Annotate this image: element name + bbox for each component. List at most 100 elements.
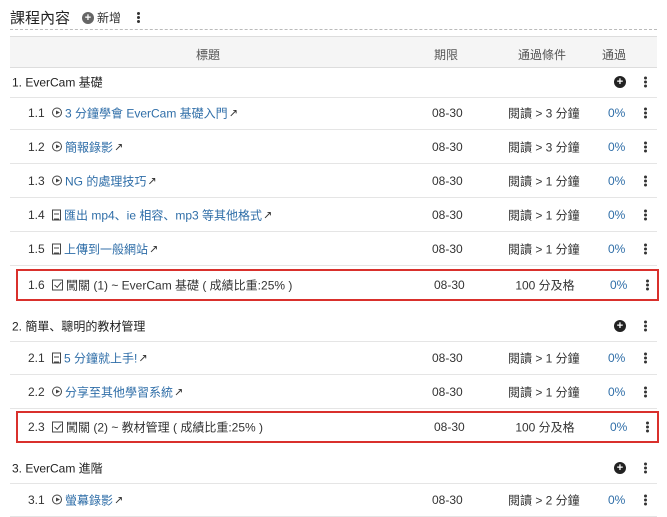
- share-arrow-icon: ↗: [147, 175, 157, 187]
- deadline: 08-30: [434, 278, 465, 292]
- section-more-icon[interactable]: [642, 320, 648, 331]
- item-number: 1.3: [28, 173, 45, 188]
- col-title-header: 標題: [196, 48, 221, 62]
- add-item-icon[interactable]: +: [614, 461, 626, 474]
- row-more-icon[interactable]: [642, 386, 648, 397]
- pass-condition: 閱讀 > 1 分鐘: [508, 208, 580, 222]
- row-more-icon[interactable]: [644, 421, 650, 433]
- item-number: 1.5: [28, 241, 45, 256]
- share-arrow-icon: ↗: [114, 141, 124, 153]
- add-item-icon[interactable]: +: [614, 319, 626, 332]
- item-title-text: 闖關 (1) ~ EverCam 基礎 ( 成績比重:25% ): [66, 278, 293, 293]
- item-title-text: NG 的處理技巧: [65, 174, 147, 188]
- item-title-text: 簡報錄影: [65, 140, 114, 154]
- col-deadline-header: 期限: [434, 48, 459, 62]
- row-more-icon[interactable]: [644, 279, 650, 291]
- section-more-icon[interactable]: [642, 462, 648, 473]
- share-arrow-icon: ↗: [114, 494, 124, 506]
- item-title-link[interactable]: 3 分鐘學會 EverCam 基礎入門 ↗: [52, 104, 238, 121]
- plus-icon: +: [82, 11, 95, 24]
- table-row: 1.3 NG 的處理技巧 ↗ 08-30 閱讀 > 1 分鐘 0%: [10, 164, 657, 198]
- item-number: 2.1: [28, 350, 45, 365]
- item-title-link[interactable]: 螢幕錄影 ↗: [52, 491, 123, 508]
- deadline: 08-30: [432, 492, 463, 507]
- item-title-text: 闖關 (2) ~ 教材管理 ( 成績比重:25% ): [66, 420, 264, 435]
- pass-rate: 0%: [608, 105, 626, 120]
- item-number: 1.1: [28, 105, 45, 120]
- deadline: 08-30: [432, 173, 463, 188]
- share-arrow-icon: ↗: [138, 352, 148, 364]
- row-more-icon[interactable]: [642, 494, 648, 505]
- add-button-label: 新增: [97, 11, 122, 25]
- pass-rate: 0%: [608, 207, 626, 222]
- item-number: 1.2: [28, 139, 45, 154]
- section-title: 2. 簡單、聰明的教材管理: [12, 319, 146, 333]
- course-content-header: 課程內容 + 新增: [10, 6, 657, 30]
- doc-icon: [52, 352, 61, 363]
- row-more-icon[interactable]: [642, 141, 648, 152]
- section-title: 3. EverCam 進階: [12, 461, 103, 475]
- item-title-link[interactable]: 上傳到一般網站 ↗: [52, 240, 158, 257]
- play-icon: [52, 141, 62, 152]
- section-row: 2. 簡單、聰明的教材管理 +: [10, 310, 657, 342]
- item-number: 1.6: [28, 278, 45, 292]
- table-row: 1.5 上傳到一般網站 ↗ 08-30 閱讀 > 1 分鐘 0%: [10, 232, 657, 266]
- section-row: 1. EverCam 基礎 +: [10, 66, 657, 98]
- item-number: 2.2: [28, 384, 45, 399]
- row-more-icon[interactable]: [642, 243, 648, 254]
- col-pass-header: 通過: [602, 48, 627, 62]
- section-title: 1. EverCam 基礎: [12, 75, 103, 89]
- pass-condition: 100 分及格: [515, 420, 575, 435]
- share-arrow-icon: ↗: [174, 386, 184, 398]
- deadline: 08-30: [432, 241, 463, 256]
- add-item-icon[interactable]: +: [614, 75, 626, 88]
- item-title-link[interactable]: 簡報錄影 ↗: [52, 138, 123, 155]
- item-title-text: 3 分鐘學會 EverCam 基礎入門: [65, 106, 228, 120]
- pass-condition: 閱讀 > 2 分鐘: [508, 493, 580, 507]
- item-title-link[interactable]: NG 的處理技巧 ↗: [52, 172, 157, 189]
- item-title-link[interactable]: 闖關 (1) ~ EverCam 基礎 ( 成績比重:25% ): [52, 277, 292, 294]
- pass-rate: 0%: [610, 420, 628, 434]
- section-more-icon[interactable]: [642, 76, 648, 87]
- add-button[interactable]: + 新增: [82, 9, 121, 26]
- item-title-link[interactable]: 匯出 mp4、ie 相容、mp3 等其他格式 ↗: [52, 206, 272, 223]
- deadline: 08-30: [434, 420, 465, 434]
- deadline: 08-30: [432, 384, 463, 399]
- row-more-icon[interactable]: [642, 175, 648, 186]
- doc-icon: [52, 209, 61, 220]
- table-row: 1.6 闖關 (1) ~ EverCam 基礎 ( 成績比重:25% ) 08-30…: [16, 269, 659, 301]
- page-title: 課程內容: [10, 10, 71, 27]
- item-title-link[interactable]: 分享至其他學習系統 ↗: [52, 383, 183, 400]
- pass-rate: 0%: [608, 139, 626, 154]
- row-more-icon[interactable]: [642, 107, 648, 118]
- deadline: 08-30: [432, 105, 463, 120]
- check-icon: [52, 279, 63, 291]
- deadline: 08-30: [432, 207, 463, 222]
- item-title-link[interactable]: 闖關 (2) ~ 教材管理 ( 成績比重:25% ): [52, 419, 263, 436]
- deadline: 08-30: [432, 350, 463, 365]
- item-title-text: 分享至其他學習系統: [65, 385, 174, 399]
- table-row: 3.1 螢幕錄影 ↗ 08-30 閱讀 > 2 分鐘 0%: [10, 483, 657, 517]
- pass-rate: 0%: [608, 350, 626, 365]
- table-row: 1.4 匯出 mp4、ie 相容、mp3 等其他格式 ↗ 08-30 閱讀 > 1 分鐘…: [10, 198, 657, 232]
- pass-rate: 0%: [608, 492, 626, 507]
- pass-condition: 閱讀 > 1 分鐘: [508, 351, 580, 365]
- item-title-text: 5 分鐘就上手!: [64, 351, 138, 365]
- pass-rate: 0%: [610, 278, 628, 292]
- col-condition-header: 通過條件: [518, 48, 567, 62]
- pass-condition: 100 分及格: [515, 278, 575, 293]
- item-title-text: 上傳到一般網站: [64, 242, 149, 256]
- table-row: 2.1 5 分鐘就上手! ↗ 08-30 閱讀 > 1 分鐘 0%: [10, 341, 657, 375]
- pass-rate: 0%: [608, 241, 626, 256]
- play-icon: [52, 107, 62, 118]
- item-number: 3.1: [28, 492, 45, 507]
- table-row: 1.1 3 分鐘學會 EverCam 基礎入門 ↗ 08-30 閱讀 > 3 分鐘 0%: [10, 96, 657, 130]
- more-options-icon[interactable]: [135, 12, 141, 23]
- pass-condition: 閱讀 > 3 分鐘: [508, 140, 580, 154]
- table-header: 標題 期限 通過條件 通過: [10, 36, 657, 68]
- row-more-icon[interactable]: [642, 209, 648, 220]
- row-more-icon[interactable]: [642, 352, 648, 363]
- item-title-link[interactable]: 5 分鐘就上手! ↗: [52, 349, 148, 366]
- doc-icon: [52, 243, 61, 254]
- pass-rate: 0%: [608, 384, 626, 399]
